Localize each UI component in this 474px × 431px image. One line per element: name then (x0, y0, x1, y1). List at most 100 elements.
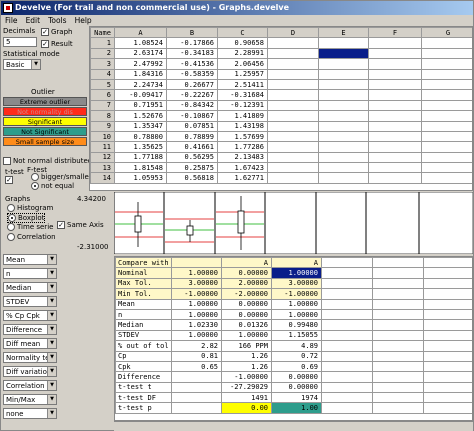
table-row[interactable]: Nominal 1.00000 0.00000 1.00000 (115, 267, 472, 279)
analysis-select[interactable]: Diff mean ▼ (3, 338, 57, 349)
result-cell[interactable]: 1.00000 (171, 308, 222, 321)
compare-cell[interactable]: A (221, 257, 272, 269)
analysis-select[interactable]: Diff variation ▼ (3, 366, 57, 377)
result-cell[interactable] (423, 371, 472, 383)
data-cell[interactable]: 1.25957 (217, 68, 268, 80)
result-cell[interactable] (372, 288, 424, 300)
data-cell[interactable]: 1.77188 (114, 151, 167, 164)
result-cell[interactable] (321, 308, 373, 321)
data-cell[interactable]: 2.06456 (217, 58, 268, 70)
row-number[interactable]: 3 (90, 58, 115, 70)
result-cell[interactable] (423, 350, 472, 362)
data-cell[interactable]: 2.47992 (114, 58, 167, 70)
histogram-radio[interactable]: Histogram (7, 204, 53, 212)
result-cell[interactable]: 4.89 (271, 340, 322, 352)
result-cell[interactable] (372, 298, 424, 310)
data-cell[interactable] (421, 162, 472, 174)
result-cell[interactable] (372, 308, 424, 321)
data-cell[interactable] (267, 37, 319, 49)
menu-edit[interactable]: Edit (22, 15, 45, 26)
data-cell[interactable] (318, 78, 369, 91)
row-number[interactable]: 9 (90, 120, 115, 132)
result-cell[interactable] (372, 360, 424, 373)
data-cell[interactable]: 1.08524 (114, 37, 167, 49)
result-cell[interactable]: 2.00000 (221, 277, 272, 290)
data-cell[interactable] (421, 172, 472, 184)
data-cell[interactable] (267, 172, 319, 184)
data-cell[interactable] (318, 151, 369, 164)
results-grid[interactable]: Compare with A A Nominal 1.00000 0.00000 1.… (114, 256, 473, 421)
table-row[interactable]: Min Tol. -1.00000 -2.00000 -1.00000 (115, 288, 472, 300)
table-row[interactable]: 3 2.47992 -0.41536 2.06456 (90, 58, 472, 70)
data-cell[interactable] (368, 47, 422, 60)
horizontal-scrollbar[interactable] (114, 421, 473, 431)
data-grid[interactable]: Name A B C D E F G 1 1.08524 -0.17866 0.906… (89, 26, 473, 191)
analysis-select[interactable]: % Cp Cpk ▼ (3, 310, 57, 321)
data-cell[interactable]: 0.78800 (114, 130, 167, 143)
data-cell[interactable]: 1.67423 (217, 162, 268, 174)
data-cell[interactable] (421, 151, 472, 164)
result-cell[interactable] (372, 329, 424, 342)
data-cell[interactable]: 0.90658 (217, 37, 268, 49)
data-cell[interactable] (318, 37, 369, 49)
data-cell[interactable]: 1.35347 (114, 120, 167, 132)
same-axis-checkbox[interactable]: ✓ Same Axis (57, 221, 104, 229)
result-cell[interactable]: 1.00 (271, 402, 322, 414)
result-cell[interactable]: 1.26 (221, 350, 272, 362)
row-number[interactable]: 2 (90, 47, 115, 60)
data-cell[interactable]: 1.62771 (217, 172, 268, 184)
data-cell[interactable] (318, 162, 369, 174)
result-cell[interactable]: 0.72 (271, 350, 322, 362)
result-cell[interactable] (372, 340, 424, 352)
result-cell[interactable]: 0.00000 (221, 267, 272, 279)
data-cell[interactable] (318, 58, 369, 70)
data-cell[interactable] (318, 120, 369, 132)
data-cell[interactable]: 0.07851 (166, 120, 218, 132)
result-cell[interactable] (171, 381, 222, 394)
data-cell[interactable] (368, 37, 422, 49)
result-cell[interactable] (423, 392, 472, 404)
data-cell[interactable] (368, 151, 422, 164)
correlation-radio[interactable]: Correlation (7, 233, 56, 241)
table-row[interactable]: Max Tol. 3.00000 2.00000 3.00000 (115, 277, 472, 290)
result-cell[interactable] (321, 402, 373, 414)
result-cell[interactable] (321, 319, 373, 331)
menu-file[interactable]: File (1, 15, 22, 26)
row-number[interactable]: 7 (90, 99, 115, 112)
data-cell[interactable] (318, 172, 369, 184)
result-cell[interactable] (321, 350, 373, 362)
analysis-select[interactable]: Median ▼ (3, 282, 57, 293)
result-cell[interactable]: 1491 (221, 392, 272, 404)
result-cell[interactable] (171, 402, 222, 414)
result-cell[interactable] (372, 277, 424, 290)
col-header[interactable]: G (421, 27, 472, 39)
compare-cell[interactable]: A (271, 257, 322, 269)
result-cell[interactable]: -1.00000 (221, 371, 272, 383)
row-number[interactable]: 6 (90, 89, 115, 101)
table-row[interactable]: Cpk 0.65 1.26 0.69 (115, 360, 472, 373)
result-cell[interactable] (423, 381, 472, 394)
data-cell[interactable] (368, 58, 422, 70)
result-cell[interactable] (321, 340, 373, 352)
table-row[interactable]: STDEV 1.00000 1.00000 1.15055 (115, 329, 472, 342)
data-cell[interactable]: 1.81548 (114, 162, 167, 174)
analysis-select[interactable]: Correlation ▼ (3, 380, 57, 391)
col-header[interactable]: E (318, 27, 369, 39)
data-cell[interactable] (421, 141, 472, 153)
table-row[interactable]: t-test DF 1491 1974 (115, 392, 472, 404)
data-cell[interactable] (318, 110, 369, 122)
data-cell[interactable] (267, 47, 319, 60)
result-cell[interactable]: 0.00 (221, 402, 272, 414)
result-cell[interactable] (423, 360, 472, 373)
data-cell[interactable]: 0.41661 (166, 141, 218, 153)
result-checkbox[interactable]: ✓ Result (41, 40, 73, 48)
result-cell[interactable]: 1.00000 (171, 329, 222, 342)
result-cell[interactable]: 0.00000 (271, 381, 322, 394)
result-cell[interactable] (423, 277, 472, 290)
analysis-select[interactable]: Normality test ▼ (3, 352, 57, 363)
result-cell[interactable] (372, 392, 424, 404)
table-row[interactable]: 11 1.35625 0.41661 1.77286 (90, 141, 472, 153)
menu-tools[interactable]: Tools (44, 15, 70, 26)
data-cell[interactable]: -0.17866 (166, 37, 218, 49)
table-row[interactable]: Difference -1.00000 0.00000 (115, 371, 472, 383)
